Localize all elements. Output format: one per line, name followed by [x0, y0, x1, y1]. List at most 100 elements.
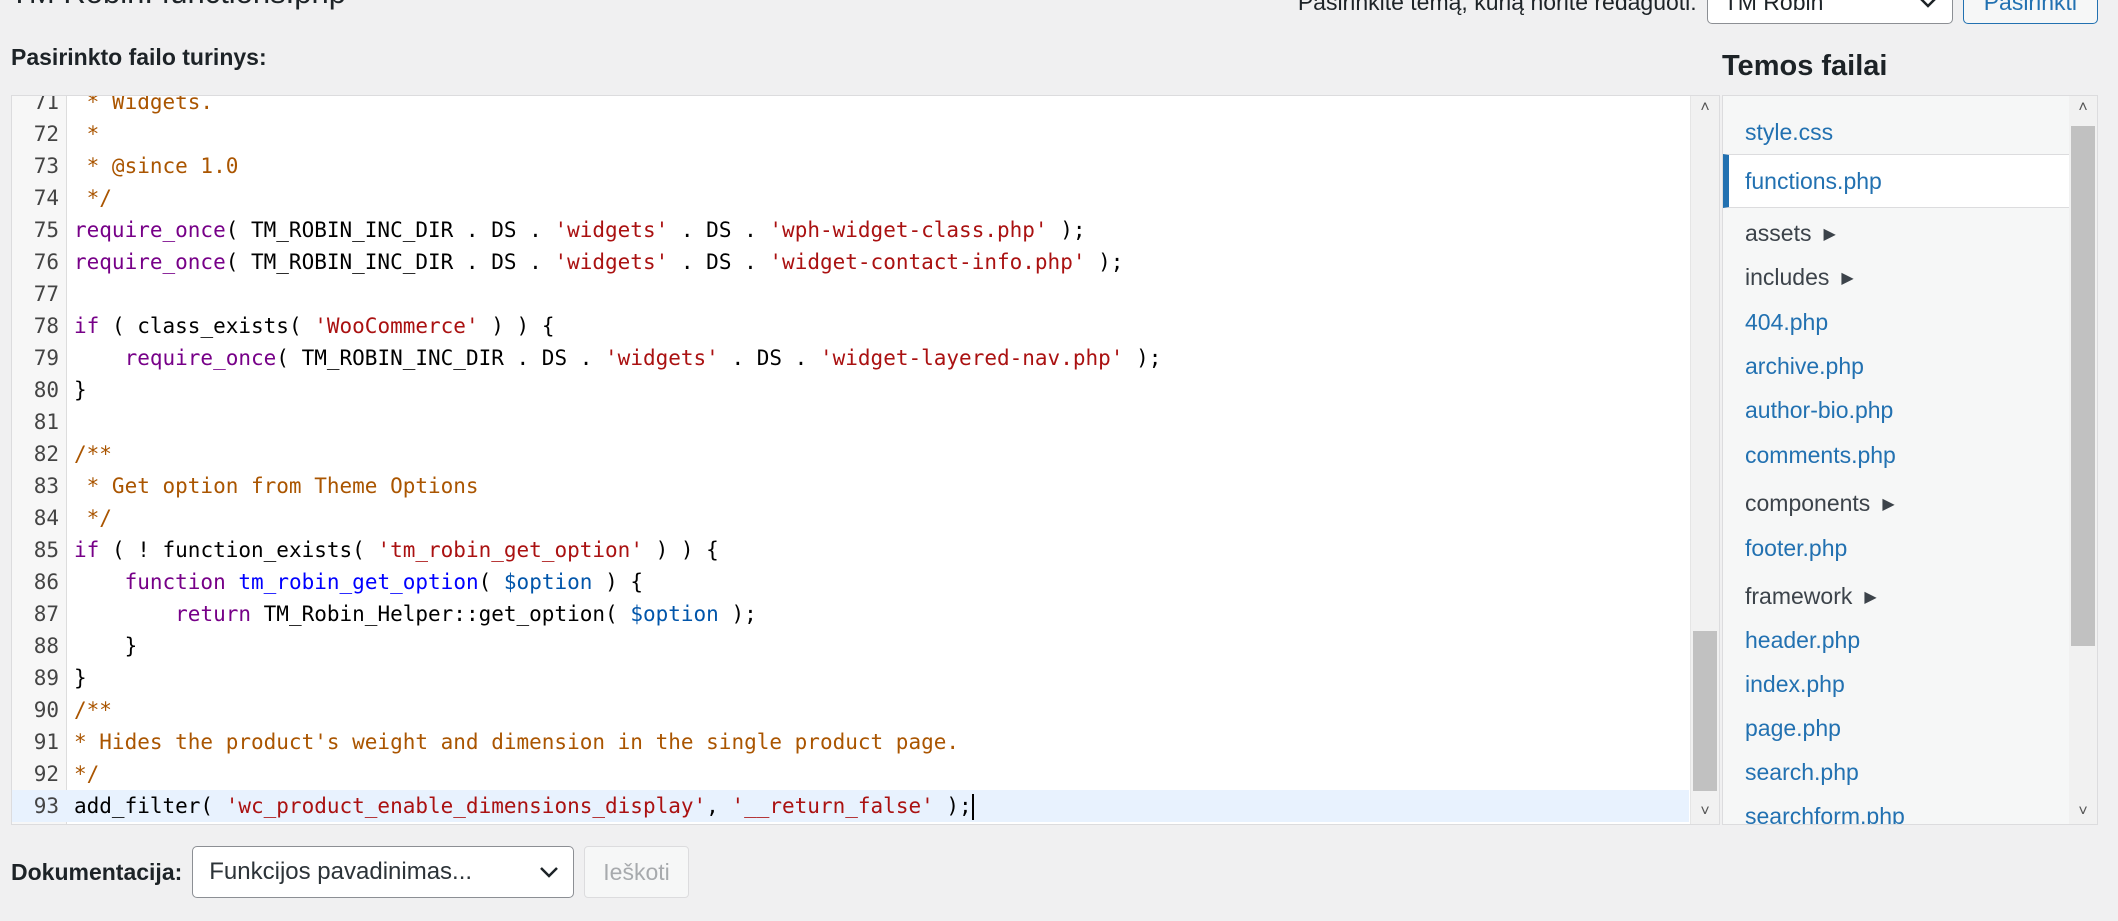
line-code[interactable]: } — [74, 630, 138, 662]
code-line[interactable]: 84 */ — [12, 502, 1689, 534]
folder-label: assets — [1745, 220, 1812, 246]
theme-select-label: Pasirinkite temą, kurią norite redaguoti… — [1297, 0, 1697, 15]
code-line[interactable]: 76 require_once( TM_ROBIN_INC_DIR . DS . … — [12, 246, 1689, 278]
choose-theme-button[interactable]: Pasirinkti — [1962, 0, 2098, 24]
file-footer-php[interactable]: footer.php — [1723, 526, 2069, 570]
line-number: 89 — [33, 666, 59, 690]
code-editor[interactable]: 71 * Widgets. 72 * 73 * @since 1.0 74 */75 r… — [11, 95, 1720, 825]
function-name-select[interactable]: Funkcijos pavadinimas... — [192, 846, 575, 898]
line-number: 86 — [33, 570, 59, 594]
line-number: 87 — [33, 602, 59, 626]
line-code[interactable]: * @since 1.0 — [74, 150, 239, 182]
code-line[interactable]: 73 * @since 1.0 — [12, 150, 1689, 182]
line-number: 85 — [33, 538, 59, 562]
documentation-label: Dokumentacija: — [11, 858, 183, 885]
code-line[interactable]: 91 * Hides the product's weight and dimen… — [12, 726, 1689, 758]
file-header-php[interactable]: header.php — [1723, 618, 2069, 662]
code-line[interactable]: 77 — [12, 278, 1689, 310]
caret-right-icon: ▶ — [1864, 589, 1877, 606]
line-code[interactable]: * Hides the product's weight and dimensi… — [74, 726, 959, 758]
editor-scrollbar[interactable]: ˄ ˅ — [1690, 96, 1719, 824]
folder-framework[interactable]: framework ▶ — [1723, 574, 2069, 618]
line-number: 93 — [33, 794, 59, 818]
line-number: 74 — [33, 186, 59, 210]
file-label: index.php — [1745, 671, 1845, 697]
line-number: 81 — [33, 410, 59, 434]
line-code[interactable]: return TM_Robin_Helper::get_option( $opt… — [74, 598, 757, 630]
scroll-up-icon[interactable]: ˄ — [1691, 96, 1719, 120]
file-404-php[interactable]: 404.php — [1723, 300, 2069, 344]
line-code[interactable]: */ — [74, 182, 112, 214]
file-page-php[interactable]: page.php — [1723, 706, 2069, 750]
line-code[interactable]: if ( ! function_exists( 'tm_robin_get_op… — [74, 534, 719, 566]
line-code[interactable]: } — [74, 662, 87, 694]
code-line[interactable]: 92 */ — [12, 758, 1689, 790]
code-line[interactable]: 89} — [12, 662, 1689, 694]
file-label: functions.php — [1745, 168, 1882, 194]
code-line[interactable]: 78 if ( class_exists( 'WooCommerce' ) ) { — [12, 310, 1689, 342]
file-label: search.php — [1745, 759, 1859, 785]
code-line[interactable]: 80} — [12, 374, 1689, 406]
code-line[interactable]: 86 function tm_robin_get_option( $option… — [12, 566, 1689, 598]
line-code[interactable]: add_filter( 'wc_product_enable_dimension… — [74, 790, 974, 822]
page-title: TM Robin: functions.php — [10, 0, 346, 8]
code-line[interactable]: 88 } — [12, 630, 1689, 662]
line-number: 77 — [33, 282, 59, 306]
line-number: 83 — [33, 474, 59, 498]
code-line[interactable]: 93 add_filter( 'wc_product_enable_dimensi… — [12, 790, 1689, 822]
chevron-down-icon — [540, 867, 559, 878]
line-number: 79 — [33, 346, 59, 370]
line-code[interactable]: function tm_robin_get_option( $option ) … — [74, 566, 643, 598]
line-code[interactable]: } — [74, 374, 87, 406]
code-line[interactable]: 81 — [12, 406, 1689, 438]
code-line[interactable]: 87 return TM_Robin_Helper::get_option( $… — [12, 598, 1689, 630]
line-code[interactable]: * — [74, 118, 100, 150]
code-line[interactable]: 75 require_once( TM_ROBIN_INC_DIR . DS . … — [12, 214, 1689, 246]
folder-components[interactable]: components ▶ — [1723, 481, 2069, 525]
code-line[interactable]: 74 */ — [12, 182, 1689, 214]
file-functions-php[interactable]: functions.php — [1723, 154, 2069, 208]
file-search-php[interactable]: search.php — [1723, 750, 2069, 794]
chevron-down-icon — [1919, 0, 1936, 8]
file-label: searchform.php — [1745, 803, 1905, 825]
line-number: 92 — [33, 762, 59, 786]
line-number: 73 — [33, 154, 59, 178]
folder-assets[interactable]: assets ▶ — [1723, 211, 2069, 255]
line-code[interactable]: require_once( TM_ROBIN_INC_DIR . DS . 'w… — [74, 214, 1086, 246]
theme-select[interactable]: TM Robin — [1706, 0, 1953, 24]
files-scroll-up-icon[interactable]: ˄ — [2069, 96, 2097, 120]
file-author-bio-php[interactable]: author-bio.php — [1723, 388, 2069, 432]
file-label: footer.php — [1745, 535, 1848, 561]
line-code[interactable]: * Get option from Theme Options — [74, 470, 479, 502]
code-line[interactable]: 82 /** — [12, 438, 1689, 470]
line-code[interactable]: /** — [74, 438, 112, 470]
folder-label: includes — [1745, 264, 1830, 290]
files-scroll-down-icon[interactable]: ˅ — [2069, 800, 2097, 824]
code-line[interactable]: 90 /** — [12, 694, 1689, 726]
line-code[interactable]: */ — [74, 502, 112, 534]
code-line[interactable]: 85 if ( ! function_exists( 'tm_robin_get_… — [12, 534, 1689, 566]
file-searchform-php[interactable]: searchform.php — [1723, 794, 2069, 825]
line-code[interactable]: if ( class_exists( 'WooCommerce' ) ) { — [74, 310, 554, 342]
line-number: 84 — [33, 506, 59, 530]
code-line[interactable]: 83 * Get option from Theme Options — [12, 470, 1689, 502]
file-index-php[interactable]: index.php — [1723, 662, 2069, 706]
line-code[interactable]: */ — [74, 758, 99, 790]
line-code[interactable]: require_once( TM_ROBIN_INC_DIR . DS . 'w… — [74, 246, 1123, 278]
files-scrollbar[interactable]: ˄ ˅ — [2069, 96, 2097, 824]
code-line[interactable]: 71 * Widgets. — [12, 96, 1689, 118]
lookup-button[interactable]: Ieškoti — [584, 846, 689, 898]
file-comments-php[interactable]: comments.php — [1723, 433, 2069, 477]
code-line[interactable]: 72 * — [12, 118, 1689, 150]
code-lines[interactable]: 71 * Widgets. 72 * 73 * @since 1.0 74 */75 r… — [12, 96, 1689, 822]
line-code[interactable]: require_once( TM_ROBIN_INC_DIR . DS . 'w… — [74, 342, 1162, 374]
line-code[interactable]: /** — [74, 694, 112, 726]
editor-scroll-thumb[interactable] — [1693, 631, 1717, 791]
file-archive-php[interactable]: archive.php — [1723, 344, 2069, 388]
scroll-down-icon[interactable]: ˅ — [1691, 800, 1719, 824]
folder-includes[interactable]: includes ▶ — [1723, 255, 2069, 299]
line-code[interactable]: * Widgets. — [74, 96, 213, 118]
files-scroll-thumb[interactable] — [2071, 126, 2095, 646]
file-style-css[interactable]: style.css — [1723, 110, 2069, 154]
code-line[interactable]: 79 require_once( TM_ROBIN_INC_DIR . DS .… — [12, 342, 1689, 374]
